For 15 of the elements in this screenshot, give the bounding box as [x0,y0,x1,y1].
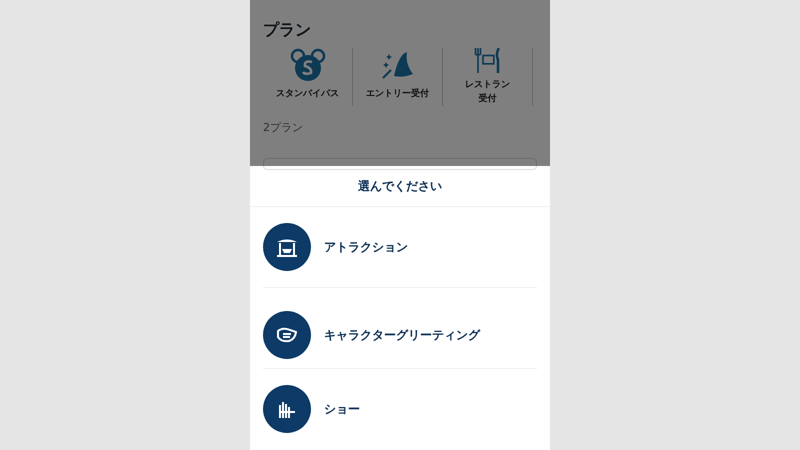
feature-label: スタンバイパス [276,88,339,101]
section-title: プラン [263,19,312,41]
feature-label: レストラン [465,79,510,92]
option-item[interactable]: ショー [250,369,550,449]
feature-label: 受付 [478,92,496,106]
feature-button[interactable]: スタンバイパス [263,48,353,106]
feature-button[interactable]: エントリー受付 [353,48,443,106]
option-item[interactable]: キャラクターグリーティング [250,288,550,368]
sheet-title: 選んでください [250,166,550,207]
feature-button[interactable]: レストラン 受付 [443,48,533,106]
plan-count: 2プラン [263,120,304,136]
hands-up-icon [263,385,311,433]
feature-label: エントリー受付 [366,87,429,101]
carousel-icon [263,223,311,271]
option-item[interactable]: アトラクション [250,207,550,287]
